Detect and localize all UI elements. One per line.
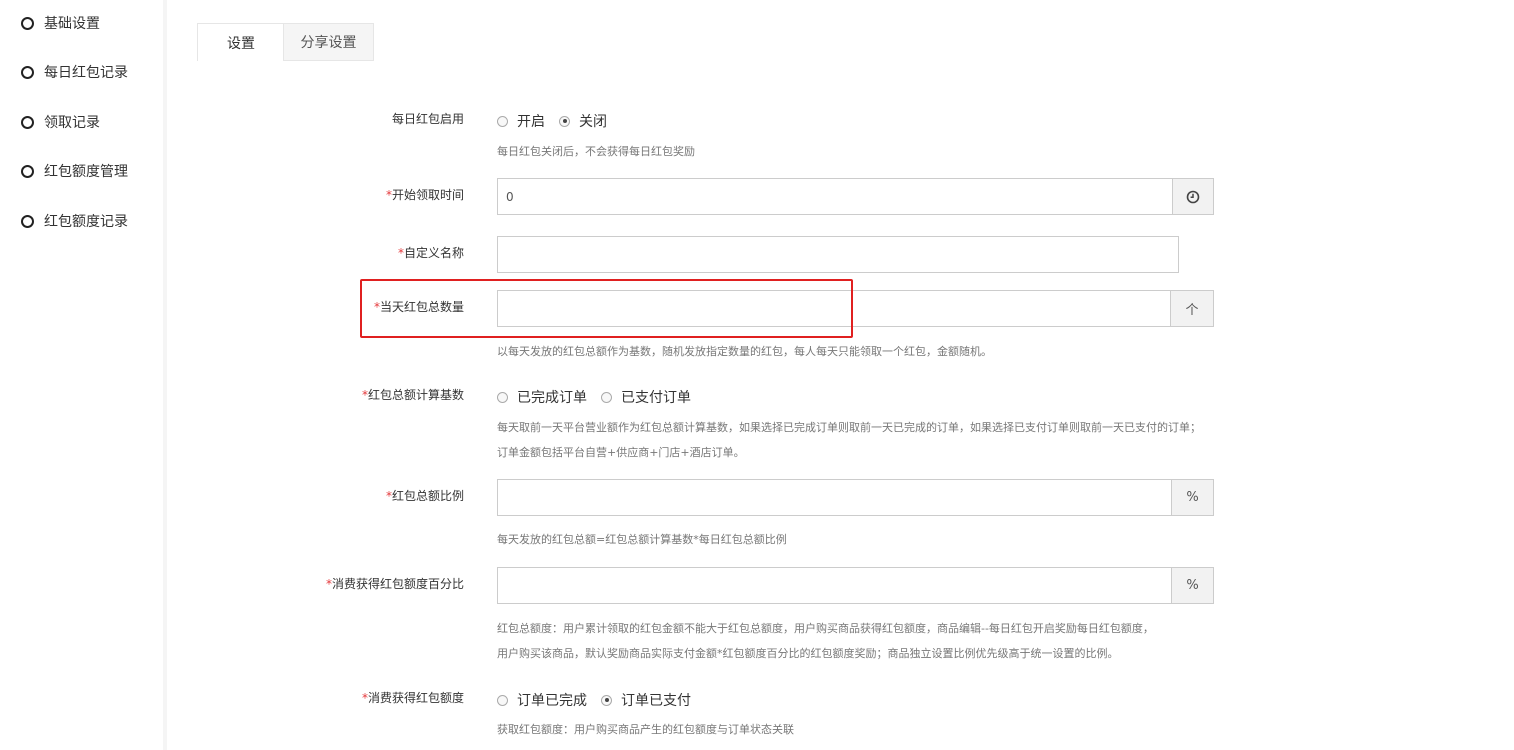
consume-quota-label: *消费获得红包额度	[361, 691, 464, 705]
total-ratio-label: *红包总额比例	[385, 489, 464, 503]
enable-help: 每日红包关闭后，不会获得每日红包奖励	[497, 145, 695, 158]
daily-total-input[interactable]	[497, 290, 1171, 327]
sidebar-item-label: 基础设置	[44, 16, 100, 32]
consume-quota-help: 获取红包额度：用户购买商品产生的红包额度与订单状态关联	[497, 723, 794, 736]
tab-share-settings[interactable]: 分享设置	[283, 23, 374, 61]
sidebar-item-quota-records[interactable]: 红包额度记录	[21, 210, 128, 232]
sidebar-divider	[163, 0, 167, 750]
custom-name-label: *自定义名称	[397, 246, 464, 260]
consume-percent-label: *消费获得红包额度百分比	[325, 577, 464, 591]
sidebar-item-quota-management[interactable]: 红包额度管理	[21, 160, 128, 182]
circle-bullet-icon	[21, 164, 34, 178]
enable-label: 每日红包启用	[391, 112, 464, 126]
consume-percent-help-1: 红包总额度：用户累计领取的红包金额不能大于红包总额度，用户购买商品获得红包额度，…	[497, 622, 1154, 635]
sidebar-item-label: 领取记录	[44, 115, 100, 131]
radio-circle	[497, 391, 508, 403]
start-time-label: *开始领取时间	[385, 188, 464, 202]
radio-circle	[497, 694, 508, 706]
consume-percent-addon: %	[1171, 567, 1214, 604]
calc-base-completed-radio[interactable]: 已完成订单	[497, 387, 587, 407]
total-ratio-help: 每天发放的红包总额=红包总额计算基数*每日红包总额比例	[497, 533, 787, 546]
tab-settings[interactable]: 设置	[197, 23, 284, 61]
circle-bullet-icon	[21, 214, 34, 228]
circle-bullet-icon	[21, 115, 34, 129]
enable-off-radio[interactable]: 关闭	[559, 111, 607, 131]
radio-circle	[497, 115, 508, 127]
start-time-input[interactable]: 0	[497, 178, 1173, 215]
radio-circle-checked	[601, 694, 612, 706]
circle-bullet-icon	[21, 65, 34, 79]
daily-total-help: 以每天发放的红包总额作为基数，随机发放指定数量的红包，每人每天只能领取一个红包，…	[497, 345, 992, 358]
consume-quota-completed-radio[interactable]: 订单已完成	[497, 690, 587, 710]
total-ratio-input[interactable]	[497, 479, 1172, 516]
sidebar-item-label: 红包额度记录	[44, 214, 128, 230]
consume-quota-radio-group: 订单已完成 订单已支付	[497, 690, 705, 710]
calc-base-help-2: 订单金额包括平台自营+供应商+门店+酒店订单。	[497, 446, 745, 459]
radio-circle-checked	[559, 115, 570, 127]
sidebar-item-basic-settings[interactable]: 基础设置	[21, 12, 100, 34]
sidebar-item-label: 红包额度管理	[44, 164, 128, 180]
calc-base-label: *红包总额计算基数	[361, 388, 464, 402]
enable-radio-group: 开启 关闭	[497, 111, 621, 131]
clock-icon	[1186, 190, 1200, 203]
custom-name-input[interactable]	[497, 236, 1179, 273]
daily-total-label: *当天红包总数量	[373, 300, 464, 314]
calc-base-paid-radio[interactable]: 已支付订单	[601, 387, 691, 407]
total-ratio-percent-addon: %	[1171, 479, 1214, 516]
radio-circle	[601, 391, 612, 403]
sidebar: 基础设置 每日红包记录 领取记录 红包额度管理 红包额度记录	[0, 0, 163, 750]
daily-total-unit-addon: 个	[1170, 290, 1214, 327]
consume-percent-help-2: 用户购买该商品，默认奖励商品实际支付金额*红包额度百分比的红包额度奖励；商品独立…	[497, 647, 1119, 660]
consume-quota-paid-radio[interactable]: 订单已支付	[601, 690, 691, 710]
circle-bullet-icon	[21, 16, 34, 30]
calc-base-radio-group: 已完成订单 已支付订单	[497, 387, 705, 407]
sidebar-item-claim-records[interactable]: 领取记录	[21, 111, 100, 133]
sidebar-item-daily-redpacket-records[interactable]: 每日红包记录	[21, 61, 128, 83]
consume-percent-input[interactable]	[497, 567, 1172, 604]
calc-base-help-1: 每天取前一天平台营业额作为红包总额计算基数，如果选择已完成订单则取前一天已完成的…	[497, 421, 1201, 434]
clock-button[interactable]	[1172, 178, 1214, 215]
enable-on-radio[interactable]: 开启	[497, 111, 545, 131]
sidebar-item-label: 每日红包记录	[44, 65, 128, 81]
